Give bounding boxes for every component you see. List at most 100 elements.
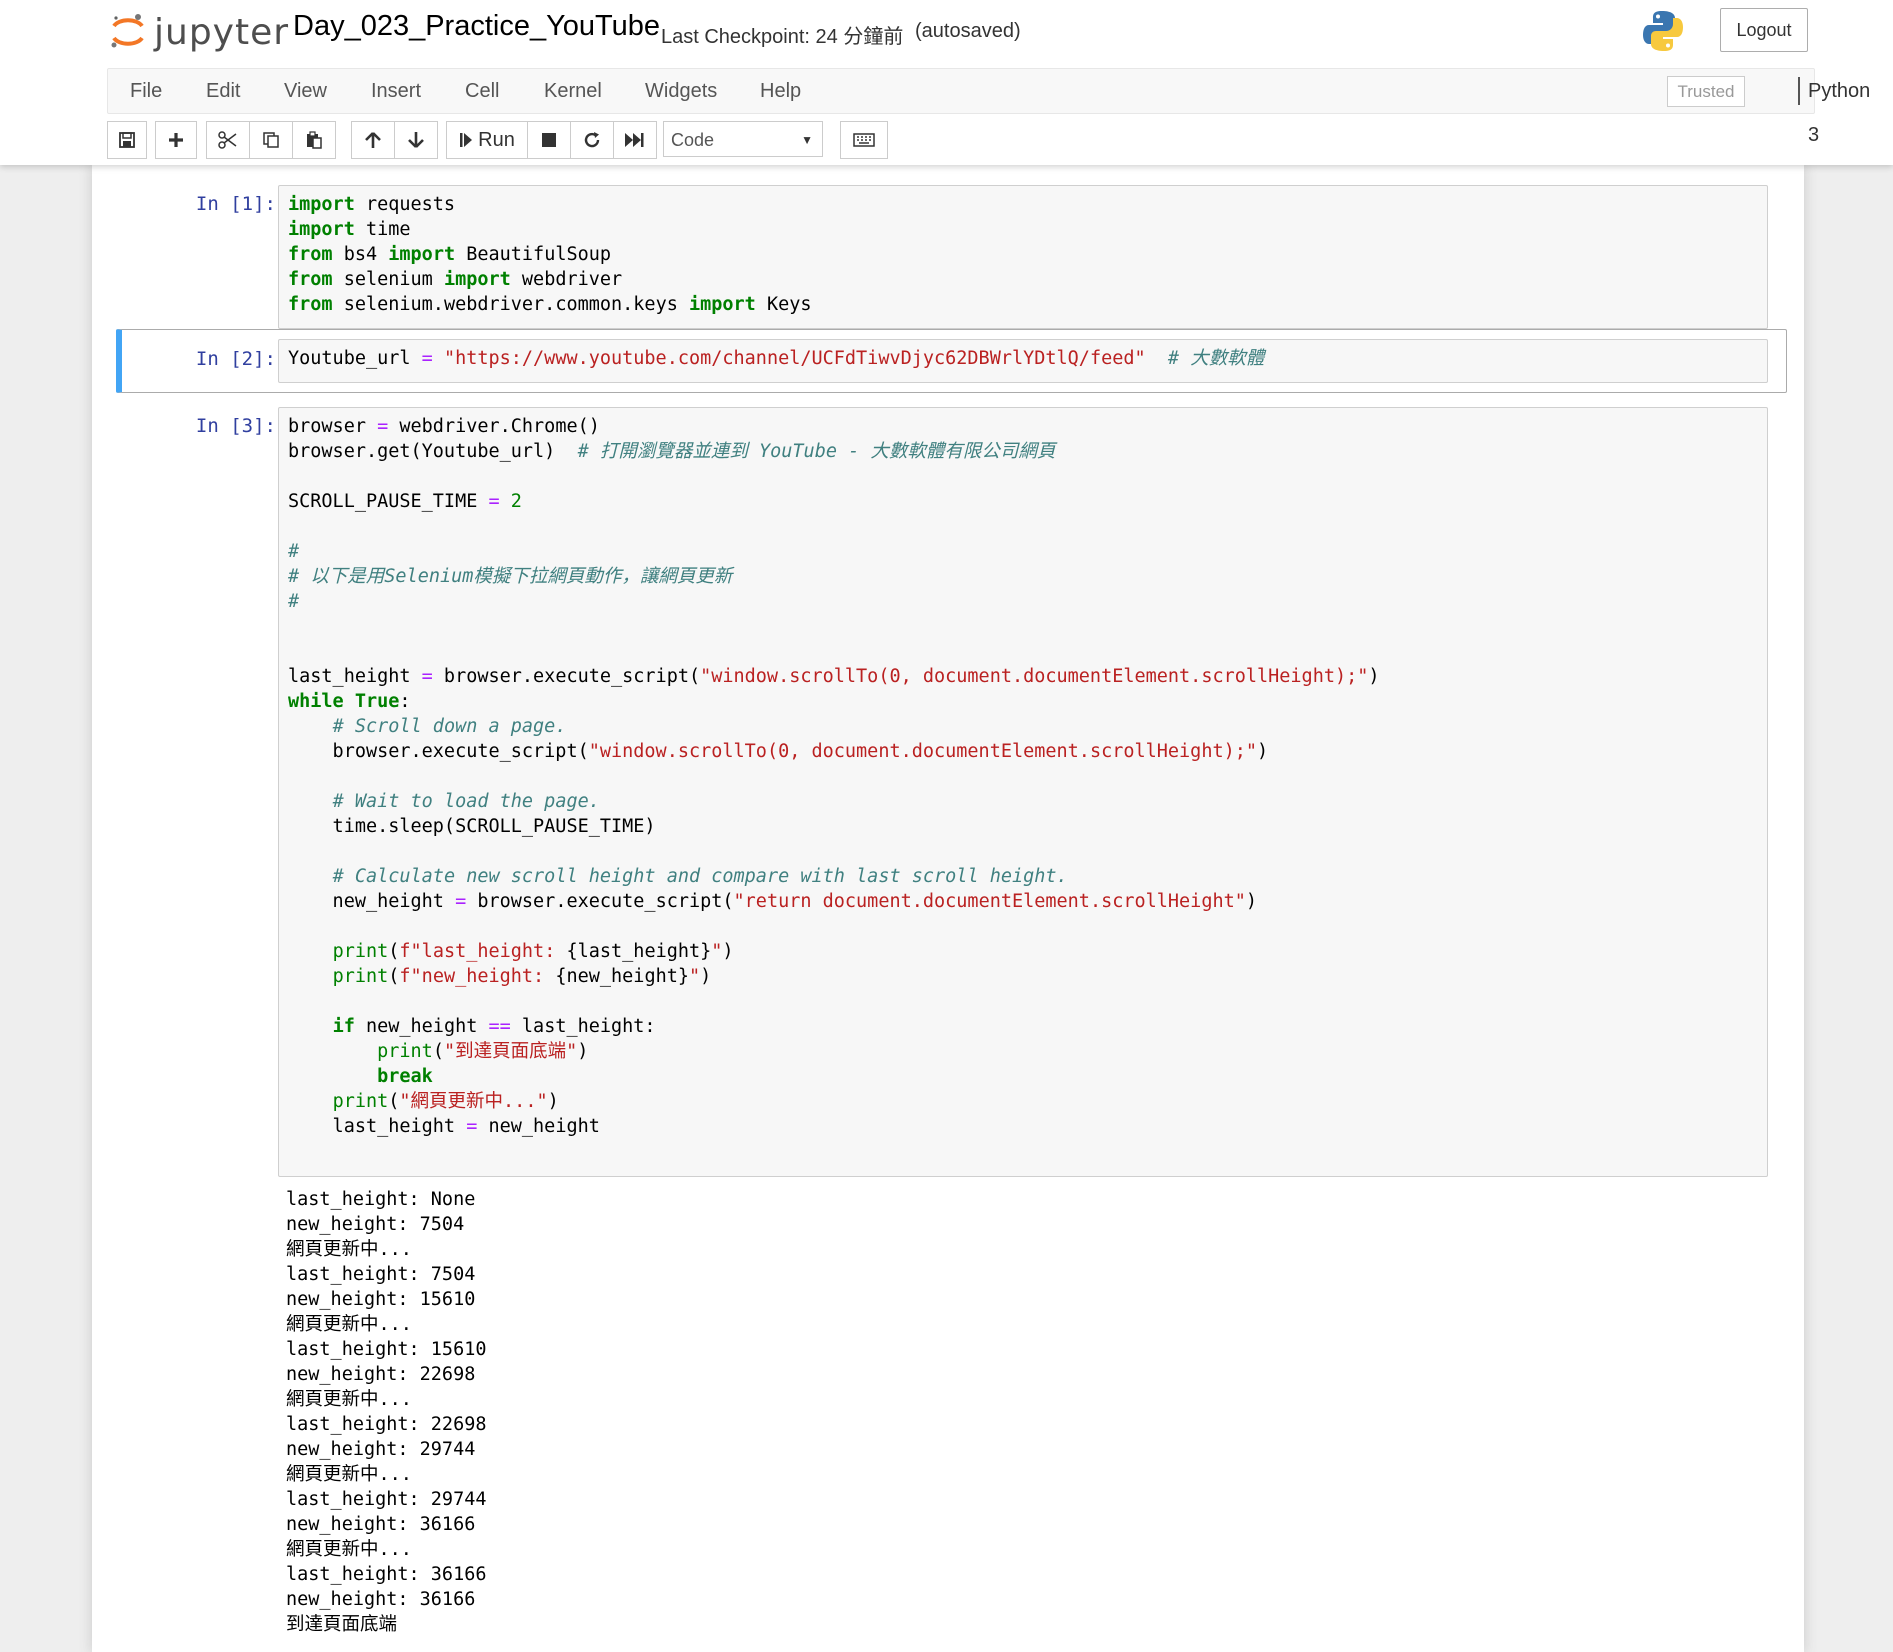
cell-type-select[interactable]: Code ▼ <box>663 121 823 157</box>
code-editor[interactable]: Youtube_url = "https://www.youtube.com/c… <box>278 339 1768 383</box>
code-token: = <box>488 491 500 512</box>
keyboard-icon <box>853 133 875 147</box>
output-line: new_height: 15610 <box>286 1289 476 1310</box>
output-line: new_height: 7504 <box>286 1214 465 1235</box>
menu-widgets[interactable]: Widgets <box>645 69 717 113</box>
menu-kernel[interactable]: Kernel <box>544 69 602 113</box>
menu-bar: File Edit View Insert Cell Kernel Widget… <box>107 68 1870 146</box>
code-token: browser.get(Youtube_url) <box>288 441 578 462</box>
output-line: new_height: 36166 <box>286 1589 476 1610</box>
output-line: new_height: 36166 <box>286 1514 476 1535</box>
code-token: new_height <box>477 1116 600 1137</box>
code-token: last_height: <box>510 1016 656 1037</box>
trusted-indicator[interactable]: Trusted <box>1667 76 1745 107</box>
code-token: ) <box>577 1041 589 1062</box>
code-token: == <box>488 1016 511 1037</box>
run-button[interactable]: Run <box>446 121 528 159</box>
code-token: from <box>288 294 333 315</box>
code-source[interactable]: Youtube_url = "https://www.youtube.com/c… <box>279 340 1767 377</box>
code-cell-2[interactable]: In [2]: Youtube_url = "https://www.youtu… <box>116 329 1787 393</box>
code-token: # <box>288 591 300 612</box>
code-token: import <box>688 294 756 315</box>
move-up-button[interactable] <box>351 121 395 159</box>
notebook-header: jupyter Day_023_Practice_YouTube Last Ch… <box>0 0 1893 165</box>
code-token: import <box>443 269 511 290</box>
code-token: = <box>455 891 467 912</box>
code-token: # 以下是用Selenium模擬下拉網頁動作，讓網頁更新 <box>288 566 733 587</box>
output-line: last_height: 22698 <box>286 1414 487 1435</box>
input-prompt: In [2]: <box>195 348 276 370</box>
paste-button[interactable] <box>292 121 336 159</box>
code-token: # Scroll down a page. <box>332 716 567 737</box>
code-token: print <box>332 966 389 987</box>
menu-view[interactable]: View <box>284 69 327 113</box>
cell-output: last_height: None new_height: 7504 網頁更新中… <box>286 1187 486 1637</box>
checkpoint-status: Last Checkpoint: 24 分鐘前 <box>661 26 904 48</box>
notebook-title[interactable]: Day_023_Practice_YouTube <box>293 10 660 43</box>
code-source[interactable]: browser = webdriver.Chrome() browser.get… <box>279 408 1767 1145</box>
code-token: " <box>711 941 723 962</box>
save-button[interactable] <box>107 121 147 159</box>
code-token: True <box>354 691 400 712</box>
code-token: ( <box>388 1091 400 1112</box>
autosave-status: (autosaved) <box>915 20 1021 42</box>
output-line: last_height: 29744 <box>286 1489 487 1510</box>
code-token: time <box>354 219 411 240</box>
kernel-divider <box>1798 77 1800 105</box>
output-line: 網頁更新中... <box>286 1539 412 1560</box>
move-down-button[interactable] <box>394 121 438 159</box>
code-source[interactable]: import requests import time from bs4 imp… <box>279 186 1767 323</box>
code-token: from <box>288 269 333 290</box>
code-token: time.sleep(SCROLL_PAUSE_TIME) <box>288 816 656 837</box>
output-line: last_height: None <box>286 1189 476 1210</box>
menu-file[interactable]: File <box>130 69 162 113</box>
code-editor[interactable]: browser = webdriver.Chrome() browser.get… <box>278 407 1768 1177</box>
code-token: while <box>288 691 344 712</box>
menu-insert[interactable]: Insert <box>371 69 421 113</box>
code-token: "網頁更新中..." <box>399 1091 548 1112</box>
code-token: : <box>399 691 411 712</box>
code-cell-3[interactable]: In [3]: browser = webdriver.Chrome() bro… <box>116 397 1780 1652</box>
copy-button[interactable] <box>249 121 293 159</box>
save-icon <box>119 132 135 148</box>
code-token: # 大數軟體 <box>1167 348 1265 369</box>
code-token: browser <box>288 416 378 437</box>
dropdown-arrow-icon: ▼ <box>801 133 813 147</box>
menu-help[interactable]: Help <box>760 69 801 113</box>
code-token: = <box>421 348 433 369</box>
cut-button[interactable] <box>206 121 250 159</box>
output-line: 到達頁面底端 <box>286 1614 398 1635</box>
restart-run-all-button[interactable] <box>613 121 657 159</box>
interrupt-button[interactable] <box>527 121 571 159</box>
logout-button[interactable]: Logout <box>1720 8 1808 52</box>
jupyter-logo[interactable]: jupyter <box>108 6 289 58</box>
code-token: f"new_height: <box>399 966 556 987</box>
code-token: "https://www.youtube.com/channel/UCFdTiw… <box>443 348 1146 369</box>
code-token: ) <box>547 1091 559 1112</box>
insert-cell-button[interactable] <box>155 121 197 159</box>
code-token: import <box>388 244 456 265</box>
code-token: ) <box>1245 891 1258 912</box>
code-token: break <box>377 1066 433 1087</box>
kernel-name[interactable]: Python 3 <box>1808 69 1870 146</box>
code-cell-1[interactable]: In [1]: import requests import time from… <box>116 175 1780 329</box>
code-token: ( <box>388 966 400 987</box>
code-editor[interactable]: import requests import time from bs4 imp… <box>278 185 1768 329</box>
command-palette-button[interactable] <box>840 121 888 159</box>
restart-button[interactable] <box>570 121 614 159</box>
code-token: bs4 <box>332 244 389 265</box>
code-token: ( <box>432 1041 444 1062</box>
menu-edit[interactable]: Edit <box>206 69 240 113</box>
code-token: Youtube_url <box>288 348 422 369</box>
code-token: selenium.webdriver.common.keys <box>332 294 689 315</box>
code-token: # Wait to load the page. <box>332 791 600 812</box>
menu-cell[interactable]: Cell <box>465 69 499 113</box>
code-token: import <box>288 194 355 215</box>
